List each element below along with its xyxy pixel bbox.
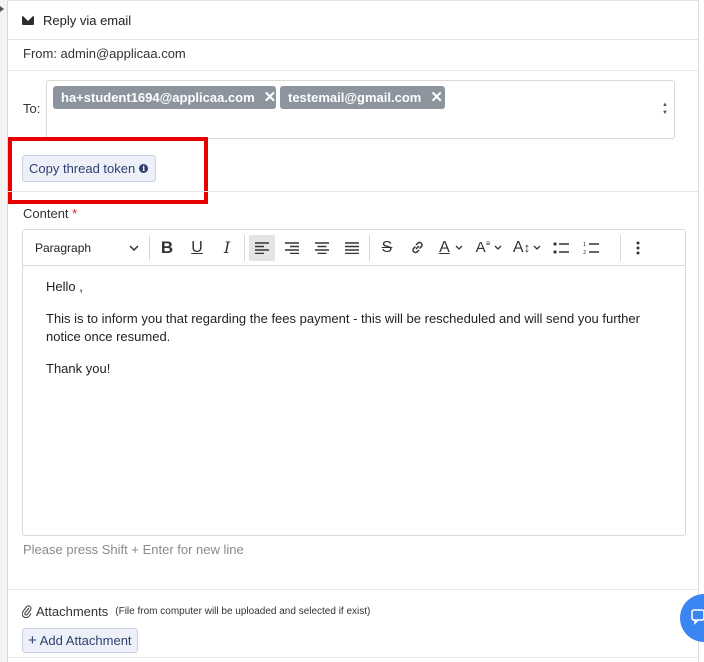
remove-recipient-icon[interactable]: ✕ — [264, 90, 277, 105]
more-options-icon[interactable] — [625, 235, 651, 261]
body-paragraph: Hello , — [46, 279, 83, 294]
recipient-email: ha+student1694@applicaa.com — [61, 90, 255, 105]
paragraph-style-value: Paragraph — [35, 240, 92, 255]
right-panel-edge — [698, 0, 704, 662]
font-color-icon[interactable]: A — [434, 235, 468, 261]
divider — [8, 589, 698, 590]
required-marker: * — [72, 206, 78, 221]
content-label-text: Content — [23, 206, 69, 221]
to-label: To: — [23, 101, 41, 116]
body-paragraph: Thank you! — [46, 361, 111, 376]
recipient-chip[interactable]: testemail@gmail.com ✕ — [280, 86, 445, 109]
plus-icon: + — [28, 632, 37, 649]
divider — [8, 191, 698, 192]
svg-text:2: 2 — [583, 250, 586, 255]
envelope-icon — [22, 15, 34, 25]
font-color-glyph: A — [439, 238, 450, 256]
link-icon[interactable] — [404, 235, 430, 261]
left-panel-edge — [0, 0, 8, 662]
attachments-heading: Attachments (File from computer will be … — [22, 604, 370, 619]
toolbar-separator — [620, 234, 621, 261]
rich-text-editor[interactable]: Paragraph B U I S A A ≡ A ↕ 1 2 Hello , … — [22, 229, 686, 536]
italic-icon[interactable]: I — [214, 235, 240, 261]
font-family-icon[interactable]: A ≡ — [472, 235, 506, 261]
toolbar-separator — [244, 234, 245, 261]
recipient-chip[interactable]: ha+student1694@applicaa.com ✕ — [53, 86, 276, 109]
chevron-down-icon — [129, 244, 139, 251]
remove-recipient-icon[interactable]: ✕ — [430, 90, 443, 105]
divider — [8, 657, 698, 658]
align-center-icon[interactable] — [309, 235, 335, 261]
recipient-email: testemail@gmail.com — [288, 90, 422, 105]
svg-text:1: 1 — [583, 242, 586, 248]
underline-icon[interactable]: U — [184, 235, 210, 261]
line-height-glyph: A — [512, 238, 524, 256]
divider — [8, 70, 698, 71]
collapse-caret-icon[interactable] — [0, 6, 4, 12]
add-attachment-label: Add Attachment — [39, 633, 132, 648]
strikethrough-icon[interactable]: S — [374, 235, 400, 261]
annotation-highlight-box — [8, 137, 208, 204]
editor-hint: Please press Shift + Enter for new line — [23, 542, 244, 557]
font-family-glyph: A — [475, 239, 486, 256]
editor-content[interactable]: Hello , This is to inform you that regar… — [46, 278, 666, 392]
align-right-icon[interactable] — [279, 235, 305, 261]
paragraph-style-dropdown[interactable]: Paragraph — [23, 230, 149, 266]
align-justify-icon[interactable] — [339, 235, 365, 261]
from-field: From: admin@applicaa.com — [23, 46, 186, 61]
line-height-icon[interactable]: A ↕ — [510, 235, 544, 261]
chat-icon — [691, 609, 704, 625]
reply-title: Reply via email — [43, 12, 132, 28]
numbered-list-icon[interactable]: 12 — [578, 235, 604, 261]
add-attachment-button[interactable]: + Add Attachment — [22, 628, 138, 653]
bullet-list-icon[interactable] — [548, 235, 574, 261]
paperclip-icon — [22, 605, 32, 618]
attachments-note: (File from computer will be uploaded and… — [115, 606, 371, 617]
align-left-icon[interactable] — [249, 234, 275, 261]
body-paragraph: This is to inform you that regarding the… — [46, 311, 640, 344]
reply-panel: Reply via email From: admin@applicaa.com… — [8, 0, 698, 662]
toolbar-separator — [369, 234, 370, 261]
recipient-scroll-arrows-icon[interactable]: ▲ ▼ — [662, 101, 668, 117]
recipients-input[interactable]: ha+student1694@applicaa.com ✕ testemail@… — [46, 80, 675, 139]
toolbar-separator — [149, 234, 150, 261]
content-label: Content * — [23, 206, 77, 221]
editor-toolbar: Paragraph B U I S A A ≡ A ↕ 1 2 — [23, 230, 685, 266]
bold-icon[interactable]: B — [154, 235, 180, 261]
reply-header: Reply via email — [8, 0, 698, 40]
attachments-label: Attachments — [36, 604, 109, 619]
